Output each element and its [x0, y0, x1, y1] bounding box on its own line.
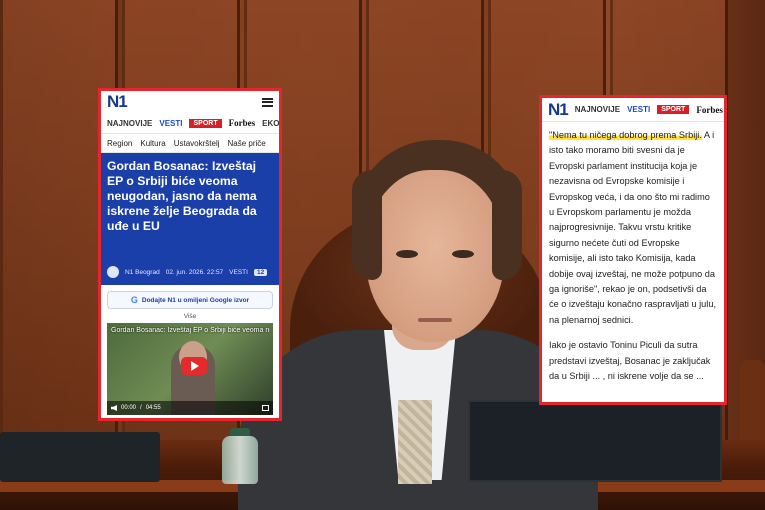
water-bottle [222, 436, 258, 484]
video-title: Gordan Bosanac: Izveštaj EP o Srbiji bić… [111, 327, 269, 334]
video-controls: 00:00 / 04:55 [107, 401, 273, 415]
article-screenshot-left: N1 NAJNOVIJE VESTI SPORT Forbes EKONO Re… [98, 88, 282, 421]
hair-left [352, 170, 382, 280]
n1-logo[interactable]: N1 [107, 92, 128, 112]
google-icon: G [130, 295, 138, 305]
google-source-button[interactable]: G Dodajte N1 u omiljeni Google izvor [107, 291, 273, 309]
video-current-time: 00:00 [121, 405, 137, 411]
section-label[interactable]: VESTI [229, 269, 248, 276]
video-duration: 04:55 [145, 405, 161, 411]
eye-left [396, 250, 418, 258]
article-paragraph-2: Iako je ostavio Toninu Piculi da sutra p… [549, 340, 711, 382]
nav-ekonomija[interactable]: EKONO [262, 119, 279, 128]
scarf [398, 400, 432, 484]
hair-right [492, 170, 522, 280]
video-player[interactable]: Gordan Bosanac: Izveštaj EP o Srbiji bić… [107, 323, 273, 415]
face [366, 170, 504, 342]
video-separator: / [140, 405, 142, 411]
n1-logo-right[interactable]: N1 [548, 100, 569, 120]
mouth [418, 318, 452, 322]
article-screenshot-right: N1 NAJNOVIJE VESTI SPORT Forbes "Nema tu… [539, 95, 727, 405]
nav-sport[interactable]: SPORT [189, 118, 222, 128]
article-body: "Nema tu ničega dobrog prema Srbiji. A i… [542, 122, 724, 385]
author-avatar [107, 266, 119, 278]
article-paragraph: "Nema tu ničega dobrog prema Srbiji. A i… [549, 128, 717, 328]
highlighted-quote: "Nema tu ničega dobrog prema Srbiji. [549, 130, 702, 140]
nav-forbes[interactable]: Forbes [229, 118, 256, 128]
main-nav-right: N1 NAJNOVIJE VESTI SPORT Forbes [542, 98, 724, 122]
subnav-region[interactable]: Region [107, 139, 132, 148]
more-link[interactable]: Više [101, 309, 279, 323]
fullscreen-icon[interactable] [262, 405, 269, 411]
eye-right [452, 250, 474, 258]
subnav-kultura[interactable]: Kultura [140, 139, 165, 148]
play-icon[interactable] [181, 357, 207, 375]
nav-sport-right[interactable]: SPORT [657, 105, 690, 114]
site-header: N1 [101, 91, 279, 113]
author-name[interactable]: N1 Beograd [125, 269, 160, 276]
nav-najnovije-right[interactable]: NAJNOVIJE [575, 105, 620, 114]
paragraph-text: A i isto tako moramo biti svesni da je E… [549, 130, 716, 325]
publish-date: 02. jun. 2026. 22:57 [165, 268, 224, 276]
monitor-right [468, 400, 722, 482]
hamburger-icon[interactable] [262, 97, 273, 107]
main-nav: NAJNOVIJE VESTI SPORT Forbes EKONO [101, 113, 279, 133]
nav-vesti-right[interactable]: VESTI [627, 105, 650, 114]
headline-box: Gordan Bosanac: Izveštaj EP o Srbiji bić… [101, 153, 279, 265]
subnav-nase-price[interactable]: Naše priče [228, 139, 266, 148]
monitor-left [0, 432, 160, 482]
nav-forbes-right[interactable]: Forbes [696, 105, 723, 115]
subnav-ustav[interactable]: Ustavokrštelj [174, 139, 220, 148]
comment-count[interactable]: 12 [253, 268, 268, 276]
google-button-label: Dodajte N1 u omiljeni Google izvor [141, 296, 250, 304]
nav-najnovije[interactable]: NAJNOVIJE [107, 119, 152, 128]
article-meta: N1 Beograd 02. jun. 2026. 22:57 VESTI 12 [101, 265, 279, 285]
volume-icon[interactable] [111, 405, 117, 411]
article-headline: Gordan Bosanac: Izveštaj EP o Srbiji bić… [107, 159, 257, 233]
nav-vesti[interactable]: VESTI [159, 119, 182, 128]
sub-nav: Region Kultura Ustavokrštelj Naše priče [101, 133, 279, 153]
